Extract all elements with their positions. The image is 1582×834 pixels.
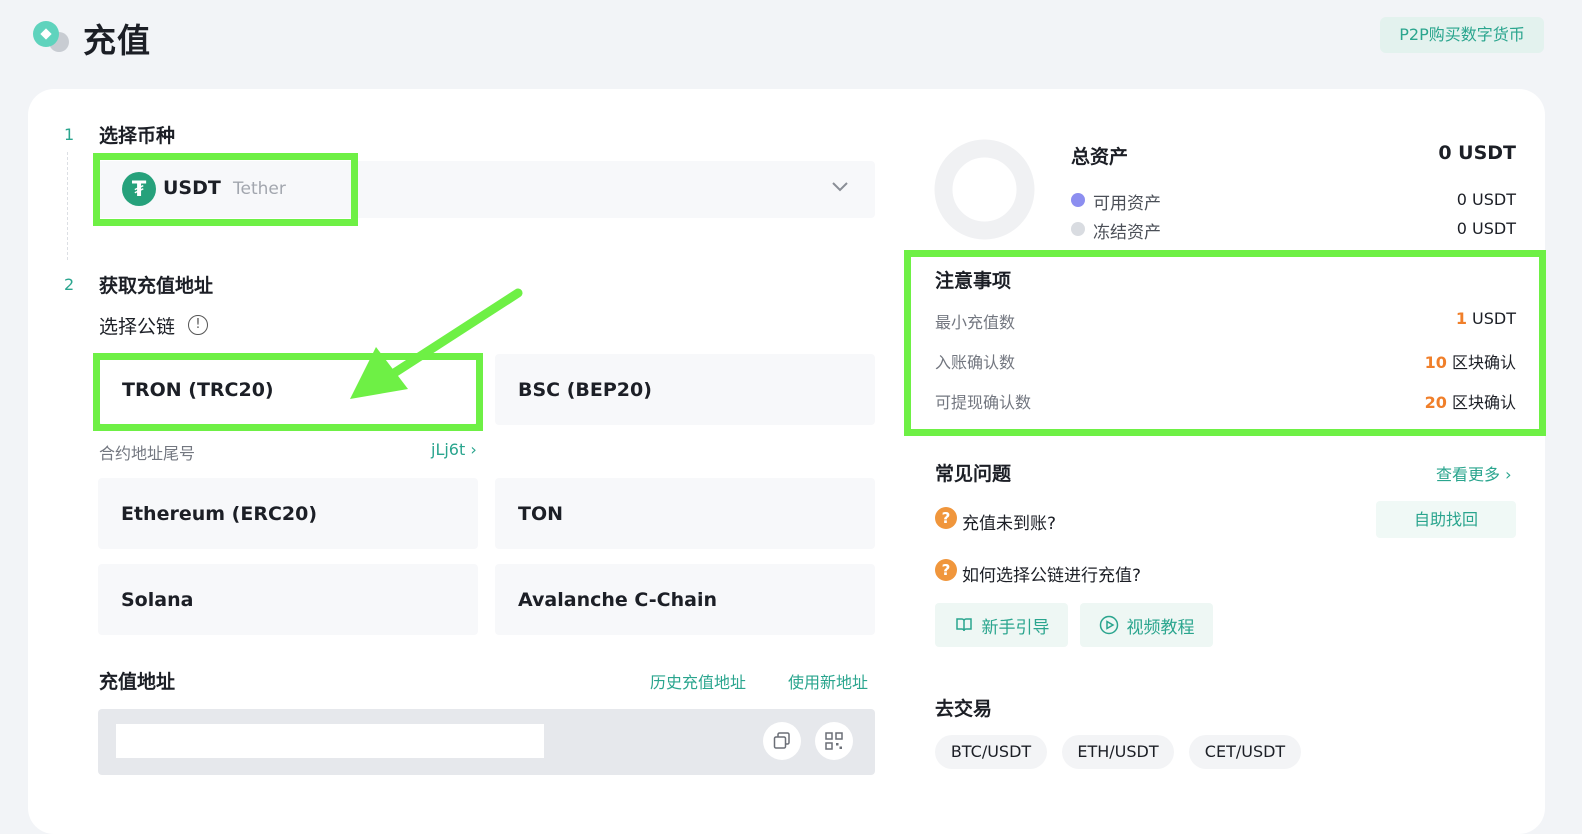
chevron-down-icon[interactable] [830,180,850,194]
select-coin-title: 选择币种 [99,125,176,147]
select-chain-label: 选择公链 [99,316,176,338]
credit-confirm-unit: 区块确认 [1446,353,1516,372]
copy-icon [773,732,790,749]
coin-name: Tether [233,179,286,199]
tether-coin-icon: ₮ [122,172,156,206]
faq-question-2[interactable]: 如何选择公链进行充值? [962,561,1141,586]
withdraw-confirm-label: 可提现确认数 [935,393,1032,412]
frozen-assets-value: 0 USDT [1456,219,1516,238]
book-icon [955,618,972,632]
asset-donut-chart [934,139,1035,240]
chain-option-ton[interactable]: TON [495,478,875,549]
go-trade-title: 去交易 [935,698,993,720]
beginner-guide-label: 新手引导 [981,617,1050,638]
available-legend-dot [1071,193,1085,207]
available-assets-label: 可用资产 [1093,194,1161,214]
notice-title: 注意事项 [935,270,1012,292]
withdraw-confirm-value: 20 区块确认 [1296,389,1516,413]
chain-option-solana[interactable]: Solana [98,564,478,635]
deposit-address-value[interactable] [116,724,544,758]
frozen-assets-label: 冻结资产 [1093,223,1161,243]
p2p-buy-button[interactable]: P2P购买数字货币 [1380,17,1544,53]
chain-option-bsc[interactable]: BSC (BEP20) [495,354,875,425]
deposit-logo-icon [33,21,69,52]
copy-button[interactable] [763,722,801,760]
faq-title: 常见问题 [935,463,1012,485]
credit-confirm-value: 10 区块确认 [1296,349,1516,373]
pair-chip-eth[interactable]: ETH/USDT [1062,735,1174,769]
withdraw-confirm-number: 20 [1424,393,1447,412]
deposit-address-title: 充值地址 [99,671,176,693]
video-tutorial-button[interactable]: 视频教程 [1080,603,1213,647]
history-address-link[interactable]: 历史充值地址 [650,669,746,693]
qr-code-button[interactable] [815,722,853,760]
info-icon[interactable]: ! [188,315,208,335]
question-icon: ? [935,559,957,581]
qr-code-icon [825,732,843,750]
min-deposit-label: 最小充值数 [935,313,1016,332]
available-assets-value: 0 USDT [1456,190,1516,209]
question-icon: ? [935,507,957,529]
withdraw-confirm-unit: 区块确认 [1446,393,1516,412]
new-address-link[interactable]: 使用新地址 [788,669,868,693]
min-deposit-number: 1 [1455,309,1467,328]
chain-option-ethereum[interactable]: Ethereum (ERC20) [98,478,478,549]
contract-address-label: 合约地址尾号 [99,444,196,463]
chain-option-avalanche[interactable]: Avalanche C-Chain [495,564,875,635]
pair-chip-btc[interactable]: BTC/USDT [935,735,1047,769]
chain-option-tron[interactable]: TRON (TRC20) [98,354,478,425]
contract-suffix-link[interactable]: jLj6t › [431,440,477,459]
min-deposit-value: 1 USDT [1296,309,1516,328]
video-tutorial-label: 视频教程 [1126,617,1195,638]
step-1-number: 1 [64,125,75,144]
coin-symbol: USDT [163,177,221,199]
get-address-title: 获取充值地址 [99,275,214,297]
credit-confirm-number: 10 [1424,353,1447,372]
credit-confirm-label: 入账确认数 [935,353,1016,372]
step-connector-line [67,152,68,260]
page-title: 充值 [83,21,151,60]
min-deposit-unit: USDT [1466,309,1516,328]
beginner-guide-button[interactable]: 新手引导 [935,603,1068,647]
total-assets-value: 0 USDT [1438,142,1516,164]
self-recover-button[interactable]: 自助找回 [1376,501,1516,538]
faq-question-1[interactable]: 充值未到账? [962,509,1056,534]
faq-more-link[interactable]: 查看更多 › [1436,461,1512,485]
play-icon [1099,615,1118,635]
pair-chip-cet[interactable]: CET/USDT [1189,735,1301,769]
frozen-legend-dot [1071,222,1085,236]
total-assets-title: 总资产 [1071,146,1129,168]
step-2-number: 2 [64,275,75,294]
